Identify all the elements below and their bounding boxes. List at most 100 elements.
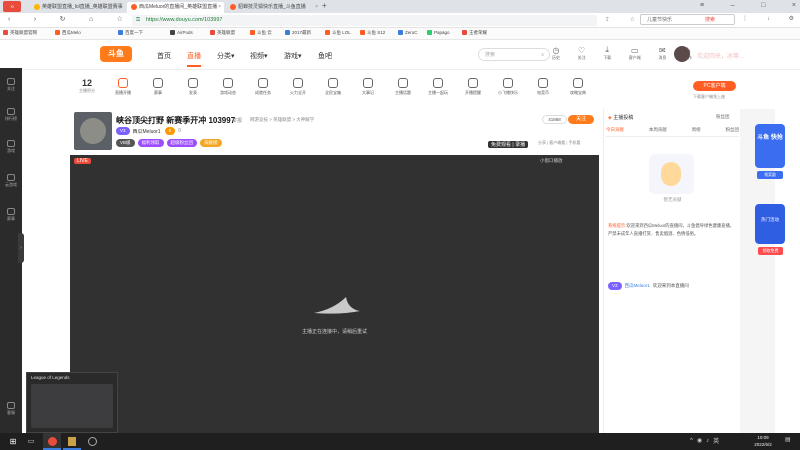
download-button[interactable]: ⤓ 下载: [603, 45, 611, 61]
pc-client-button[interactable]: PC客户端: [693, 81, 736, 91]
bookmark-item[interactable]: 王者荣耀: [462, 30, 487, 36]
ad-banner-2[interactable]: 领奖励: [757, 171, 783, 179]
avatar[interactable]: [674, 46, 690, 62]
vb-pill[interactable]: VB级: [116, 139, 135, 147]
lol-taskbar-icon[interactable]: [63, 433, 81, 450]
maximize-icon[interactable]: □: [761, 2, 765, 9]
bookmark-item[interactable]: 2017最新: [285, 30, 311, 36]
task-view-icon[interactable]: ▭: [22, 433, 40, 450]
follow-button[interactable]: ♡ 关注: [578, 46, 586, 61]
video-links[interactable]: 分享 | 客户端看 | 手机看: [538, 140, 581, 146]
category-path[interactable]: 网游竞技 > 英雄联盟 > 大神解学: [250, 117, 314, 123]
category-item[interactable]: 小飞猪快乐: [495, 78, 521, 96]
category-item[interactable]: 成就任务: [250, 78, 276, 96]
category-item[interactable]: 直播开播: [110, 78, 136, 96]
bookmark-item[interactable]: 斗鱼 LOL: [325, 30, 351, 36]
clock[interactable]: 10:09 2022/6/2: [748, 434, 778, 448]
history-button[interactable]: ◷ 历史: [552, 46, 560, 61]
app-taskbar-icon[interactable]: [83, 433, 101, 450]
tab-weekly-rank[interactable]: 周榜: [692, 127, 701, 133]
reload-icon[interactable]: ↻: [60, 15, 66, 23]
category-item[interactable]: 赛事: [145, 78, 171, 96]
category-item[interactable]: 开播提醒: [460, 78, 486, 96]
new-tab-button[interactable]: +: [322, 1, 327, 10]
sidebar-item-rank[interactable]: 排行榜: [0, 108, 22, 122]
nav-live[interactable]: 直播: [187, 51, 201, 61]
menu-icon[interactable]: ≡: [700, 2, 704, 9]
browser-taskbar-icon[interactable]: [43, 433, 61, 450]
windows-start-icon[interactable]: ⊞: [4, 433, 22, 450]
small-window-link[interactable]: 小窗口播放: [540, 158, 563, 164]
category-item[interactable]: 主播一起玩: [425, 78, 451, 96]
minimize-icon[interactable]: –: [731, 2, 735, 9]
close-tab-icon[interactable]: ×: [315, 2, 318, 13]
bookmark-item[interactable]: ZeroC: [398, 30, 418, 36]
category-item[interactable]: 游戏动态: [215, 78, 241, 96]
settings-icon[interactable]: ⚙: [789, 15, 794, 22]
bookmark-star-icon[interactable]: ☆: [117, 15, 123, 23]
follow-room-button[interactable]: 关注: [568, 115, 594, 124]
category-item[interactable]: 全民宝箱: [320, 78, 346, 96]
bookmark-item[interactable]: 西瓜Melo: [55, 30, 81, 36]
close-tab-icon[interactable]: ×: [119, 2, 122, 13]
category-item[interactable]: 主播话题: [390, 78, 416, 96]
site-search-input[interactable]: 搜索 ⌕: [478, 48, 550, 61]
network-icon[interactable]: ◉: [697, 437, 702, 444]
browser-search-button[interactable]: 搜索: [705, 16, 715, 23]
chat-username[interactable]: 西瓜Meluor1: [625, 283, 650, 288]
douyu-logo[interactable]: 斗鱼: [100, 46, 132, 62]
address-bar[interactable]: ⚿ https://www.douyu.com/103997: [132, 15, 597, 26]
sidebar-collapse-handle[interactable]: ›: [18, 233, 24, 263]
bookmark-item[interactable]: 英雄联盟官网: [3, 30, 37, 36]
client-button[interactable]: ▭ 客户端: [629, 46, 641, 61]
category-item[interactable]: 大事记: [355, 78, 381, 96]
back-icon[interactable]: ‹: [8, 16, 10, 23]
category-item[interactable]: 火力全开: [285, 78, 311, 96]
nav-video[interactable]: 视频▾: [250, 51, 268, 61]
tab-week[interactable]: 本周贡献: [649, 127, 667, 133]
welfare-pill[interactable]: 福利领取: [137, 139, 164, 147]
ad-banner-3[interactable]: 热门活动: [755, 204, 785, 244]
taskbar-preview[interactable]: League of Legends: [26, 372, 118, 433]
download-icon[interactable]: ↓: [767, 16, 770, 22]
category-item[interactable]: 攻略宝典: [565, 78, 591, 96]
close-window-icon[interactable]: ×: [792, 2, 796, 9]
bookmark-item[interactable]: 英雄联盟: [210, 30, 235, 36]
notification-icon[interactable]: ▤: [785, 436, 791, 443]
tab-melo-room[interactable]: 西瓜Meluor的直播间_英雄联盟直播 ×: [127, 2, 224, 13]
notice-tab[interactable]: ◈ 主播投稿: [608, 114, 633, 121]
search-icon[interactable]: ⌕: [541, 49, 544, 61]
share-icon[interactable]: ⇪: [605, 16, 610, 23]
bookmark-item[interactable]: 斗鱼 S12: [360, 30, 385, 36]
bookmark-item[interactable]: 斗鱼 云: [250, 30, 272, 36]
streamer-name[interactable]: 西瓜Meluor1: [133, 128, 161, 135]
streamer-avatar[interactable]: [74, 112, 112, 150]
sidebar-item-cloud[interactable]: 云游戏: [0, 174, 22, 188]
contribution-pill[interactable]: 贡献榜: [200, 139, 222, 147]
home-icon[interactable]: ⌂: [89, 16, 93, 23]
nav-yuba[interactable]: 鱼吧: [318, 51, 332, 61]
sidebar-item-game[interactable]: 游戏: [0, 140, 22, 154]
volume-icon[interactable]: ♪: [706, 438, 709, 444]
category-item[interactable]: 电竞币: [530, 78, 556, 96]
tab-fans[interactable]: 粉丝团: [725, 127, 739, 133]
star-icon[interactable]: ☆: [630, 16, 635, 23]
tab-diaochan[interactable]: 貂蝉技灵狐快乐直播_斗鱼直播 ×: [226, 2, 321, 13]
tab-lol-live[interactable]: 英雄联盟直播_lol直播_英雄联盟赛事 ×: [30, 2, 125, 13]
ime-indicator[interactable]: 英: [713, 436, 719, 445]
chevron-up-icon[interactable]: ^: [690, 438, 693, 444]
category-item[interactable]: 发表: [180, 78, 206, 96]
fans-group-pill[interactable]: 超级粉丝团: [166, 139, 198, 147]
bookmark-item[interactable]: Papago: [427, 30, 450, 36]
report-link[interactable]: 举报: [232, 117, 242, 124]
bookmark-item[interactable]: AirPods: [170, 30, 193, 36]
video-player[interactable]: LIVE 小窗口播放 主播正在连接中，请稍后重试: [70, 155, 599, 433]
sidebar-item-follow[interactable]: 关注: [0, 78, 22, 92]
ad-banner-4[interactable]: 领取免费: [758, 247, 783, 255]
tab-today[interactable]: 今日贡献: [606, 127, 624, 133]
ad-banner-1[interactable]: 斗鱼 快抢: [755, 124, 785, 168]
nav-category[interactable]: 分类▾: [217, 51, 235, 61]
browser-search-box[interactable]: 儿童节快乐: [640, 14, 735, 25]
message-button[interactable]: ✉ 消息: [658, 46, 666, 61]
extensions-icon[interactable]: ⋮: [742, 15, 748, 22]
